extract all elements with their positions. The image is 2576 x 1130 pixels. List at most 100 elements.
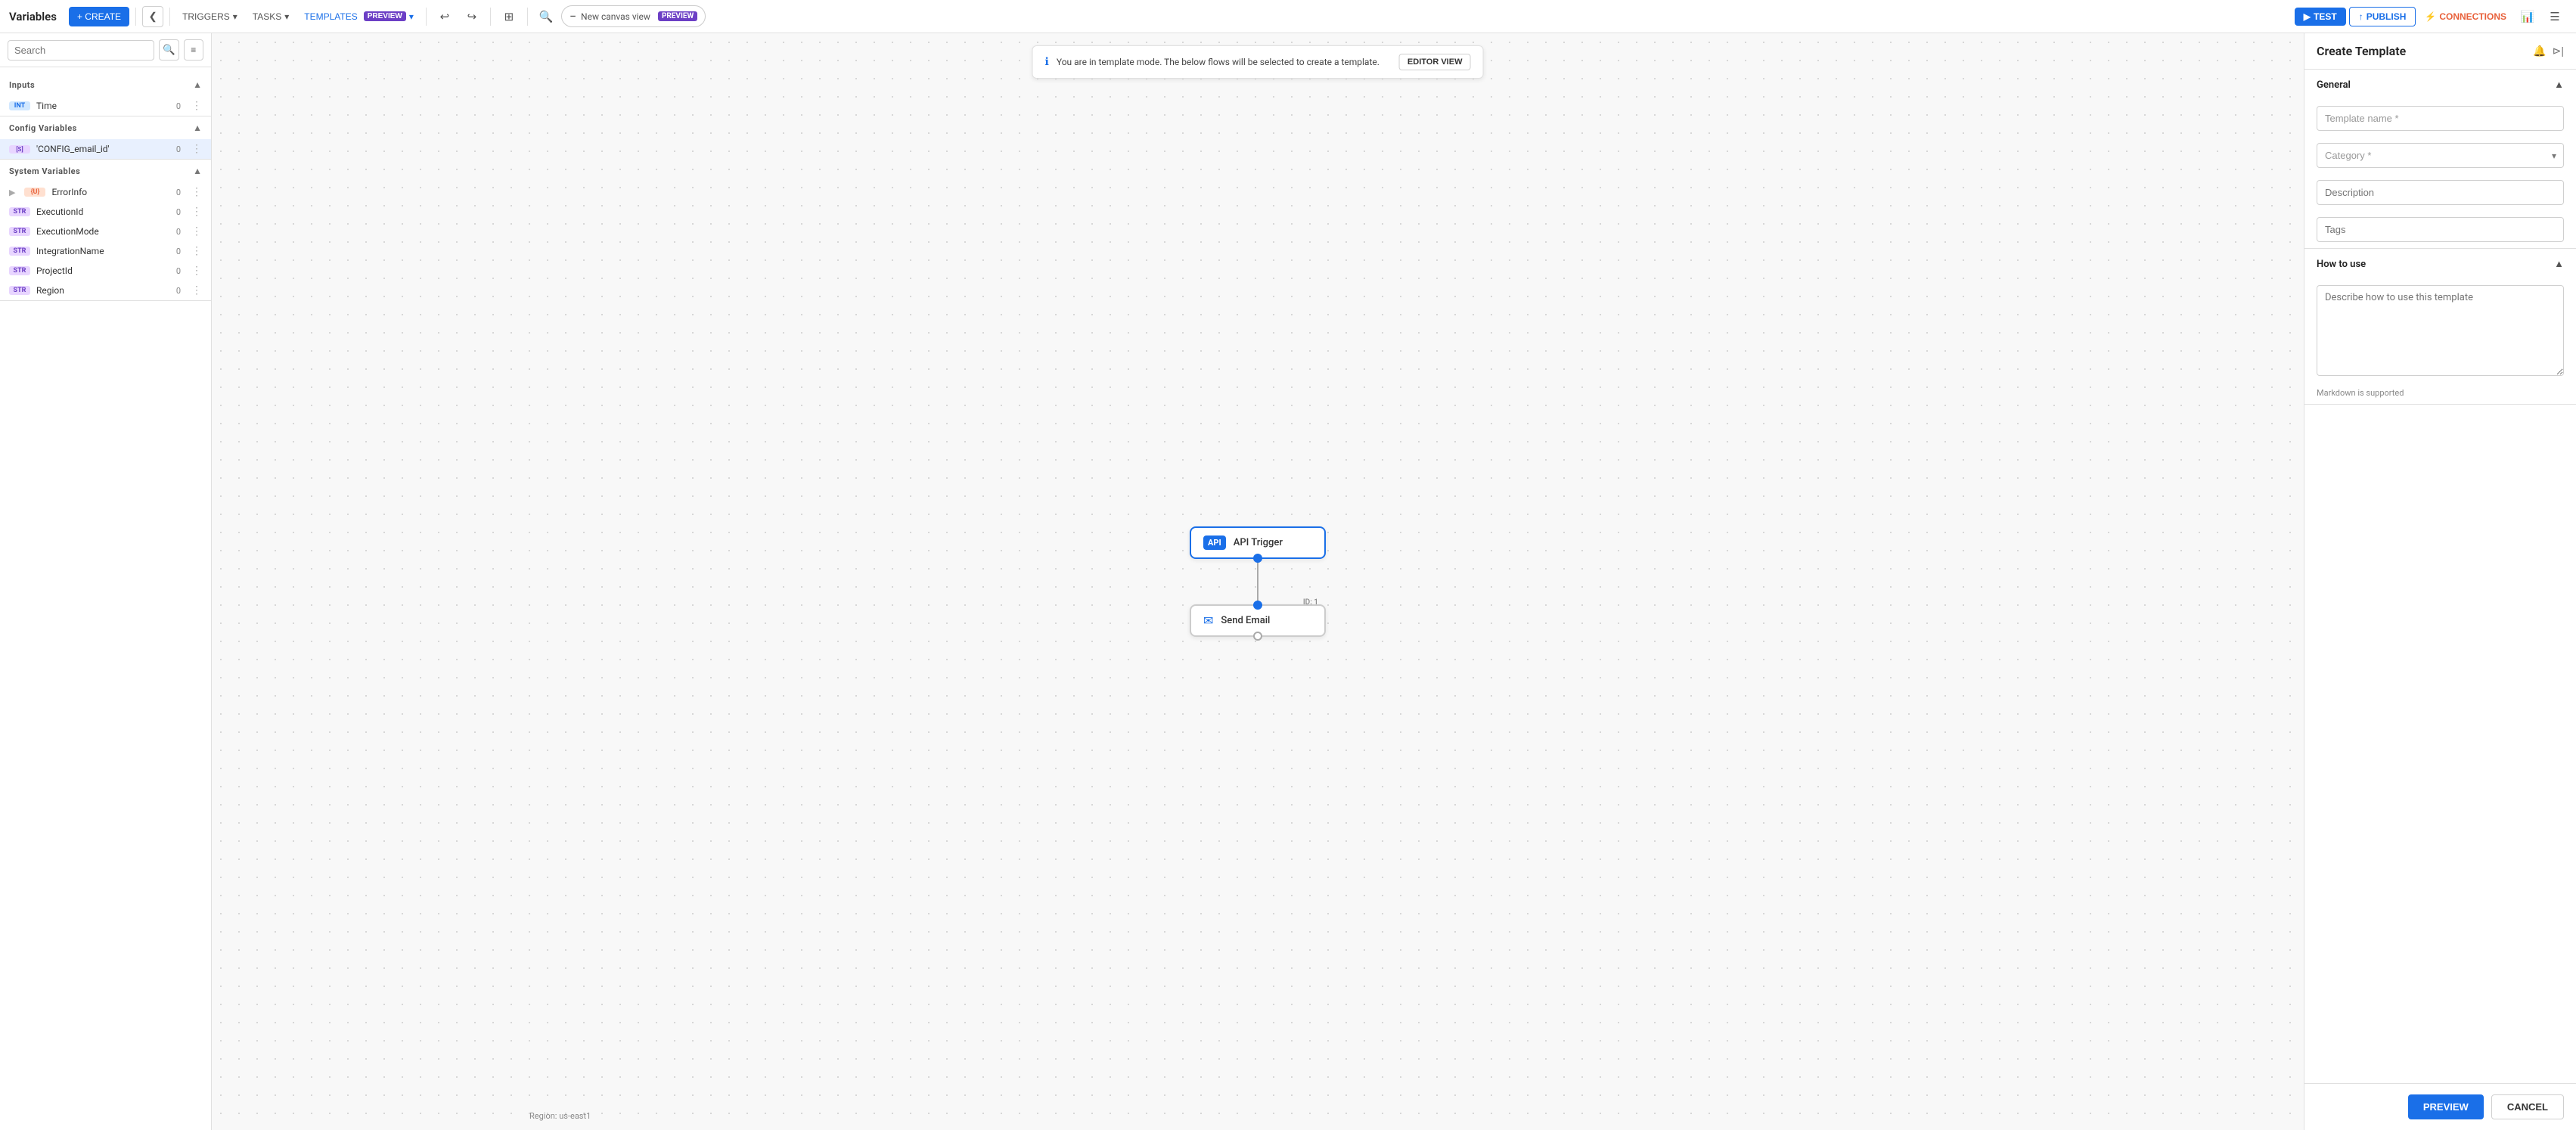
undo-icon: ↩ [440,10,450,23]
editor-view-button[interactable]: EDITOR VIEW [1399,54,1471,70]
search-icon: 🔍 [163,44,175,56]
more-menu-icon[interactable]: ⋮ [191,245,202,257]
var-count: 0 [176,144,181,154]
minus-icon: − [570,9,576,23]
node-id-badge: ID: 1 [1303,598,1318,607]
var-count: 0 [176,207,181,217]
more-menu-icon[interactable]: ⋮ [191,143,202,155]
expand-icon[interactable]: ▶ [9,188,15,197]
category-select[interactable]: Category * [2317,143,2564,168]
canvas-preview-badge: PREVIEW [658,11,697,21]
templates-preview-badge: PREVIEW [364,11,406,21]
diagram-button[interactable]: ⊞ [497,5,521,29]
canvas-area: ℹ You are in template mode. The below fl… [212,33,2304,1130]
connections-label: CONNECTIONS [2439,11,2506,22]
connector-line [1257,559,1259,604]
bell-icon[interactable]: 🔔 [2533,45,2546,57]
chart-button[interactable]: 📊 [2515,5,2540,29]
more-menu-icon[interactable]: ⋮ [191,284,202,296]
system-variables-section: System Variables ▲ ▶ {U} ErrorInfo 0 ⋮ S… [0,160,211,301]
preview-button[interactable]: PREVIEW [2408,1094,2484,1119]
general-section-header[interactable]: General ▲ [2304,70,2576,100]
connections-button[interactable]: ⚡ CONNECTIONS [2419,8,2512,26]
list-item[interactable]: STR ExecutionMode 0 ⋮ [0,222,211,241]
system-section-title: System Variables [9,166,80,176]
markdown-note: Markdown is supported [2304,385,2576,404]
zoom-button[interactable]: 🔍 [534,5,558,29]
template-name-field [2304,100,2576,137]
redo-button[interactable]: ↪ [460,5,484,29]
collapse-button[interactable]: ❮ [142,6,163,27]
list-item[interactable]: STR ProjectId 0 ⋮ [0,261,211,281]
how-to-use-textarea[interactable] [2317,285,2564,376]
type-badge-str: STR [9,286,30,295]
filter-button[interactable]: 🔍 [159,39,179,61]
templates-label: TEMPLATES [304,11,357,22]
tasks-label: TASKS [253,11,281,22]
list-item[interactable]: STR IntegrationName 0 ⋮ [0,241,211,261]
inputs-section-header[interactable]: Inputs ▲ [0,73,211,96]
how-to-use-section: How to use ▲ Markdown is supported [2304,249,2576,405]
publish-button[interactable]: ↑ PUBLISH [2349,7,2416,26]
config-section-header[interactable]: Config Variables ▲ [0,116,211,139]
search-bar: 🔍 ≡ [0,33,211,67]
test-button[interactable]: ▶ TEST [2295,8,2346,26]
tasks-tab[interactable]: TASKS ▾ [247,8,296,26]
var-count: 0 [176,247,181,256]
zoom-icon: 🔍 [539,10,554,23]
more-menu-icon[interactable]: ⋮ [191,265,202,277]
expand-icon[interactable]: ⊳| [2553,45,2564,57]
canvas-region: Region: us-east1 [529,1111,591,1121]
list-item[interactable]: [S] 'CONFIG_email_id' 0 ⋮ [0,139,211,159]
template-name-input[interactable] [2317,106,2564,131]
send-email-node[interactable]: ID: 1 ✉ Send Email [1190,604,1326,637]
cancel-button[interactable]: CANCEL [2491,1094,2564,1119]
tags-input[interactable] [2317,217,2564,242]
templates-tab[interactable]: TEMPLATES PREVIEW ▾ [298,8,420,26]
var-name: ErrorInfo [51,187,169,197]
var-count: 0 [176,101,181,111]
config-chevron-icon: ▲ [193,123,202,133]
more-menu-icon[interactable]: ⋮ [191,100,202,112]
right-panel-icons: 🔔 ⊳| [2533,45,2564,57]
canvas-banner: ℹ You are in template mode. The below fl… [1032,45,1484,79]
undo-button[interactable]: ↩ [433,5,457,29]
inputs-section: Inputs ▲ INT Time 0 ⋮ [0,73,211,116]
send-email-label: Send Email [1221,615,1270,626]
system-section-header[interactable]: System Variables ▲ [0,160,211,182]
var-name: ExecutionMode [36,226,170,237]
more-menu-icon[interactable]: ⋮ [191,186,202,198]
how-to-use-field [2304,279,2576,385]
list-item[interactable]: STR ExecutionId 0 ⋮ [0,202,211,222]
canvas-nodes: API API Trigger ID: 1 ✉ Send Email [1190,526,1326,637]
triggers-tab[interactable]: TRIGGERS ▾ [176,8,244,26]
api-trigger-node[interactable]: API API Trigger [1190,526,1326,559]
api-trigger-label: API Trigger [1234,537,1283,548]
search-input[interactable] [8,40,154,61]
hamburger-icon: ☰ [2550,10,2559,23]
nav-divider-5 [527,8,528,26]
how-to-use-section-header[interactable]: How to use ▲ [2304,249,2576,279]
category-select-wrapper: Category * ▾ [2317,143,2564,168]
list-item[interactable]: STR Region 0 ⋮ [0,281,211,300]
chart-icon: 📊 [2521,10,2535,23]
right-panel-header: Create Template 🔔 ⊳| [2304,33,2576,70]
more-menu-icon[interactable]: ⋮ [191,206,202,218]
more-menu-icon[interactable]: ⋮ [191,225,202,237]
right-panel-body: General ▲ Category * ▾ [2304,70,2576,1083]
nav-divider-2 [169,8,170,26]
tags-field [2304,211,2576,248]
canvas-view-pill[interactable]: − New canvas view PREVIEW [561,5,706,27]
create-button[interactable]: + CREATE [69,7,129,26]
how-to-use-title: How to use [2317,259,2366,270]
var-count: 0 [176,227,181,237]
menu-button[interactable]: ☰ [2543,5,2567,29]
inputs-chevron-icon: ▲ [193,79,202,90]
templates-chevron-icon: ▾ [409,11,414,22]
left-sidebar: 🔍 ≡ Inputs ▲ INT Time 0 ⋮ [0,33,212,1130]
description-input[interactable] [2317,180,2564,205]
settings-button[interactable]: ≡ [184,39,204,61]
list-item[interactable]: ▶ {U} ErrorInfo 0 ⋮ [0,182,211,202]
node-connector-bottom [1253,554,1262,563]
list-item[interactable]: INT Time 0 ⋮ [0,96,211,116]
